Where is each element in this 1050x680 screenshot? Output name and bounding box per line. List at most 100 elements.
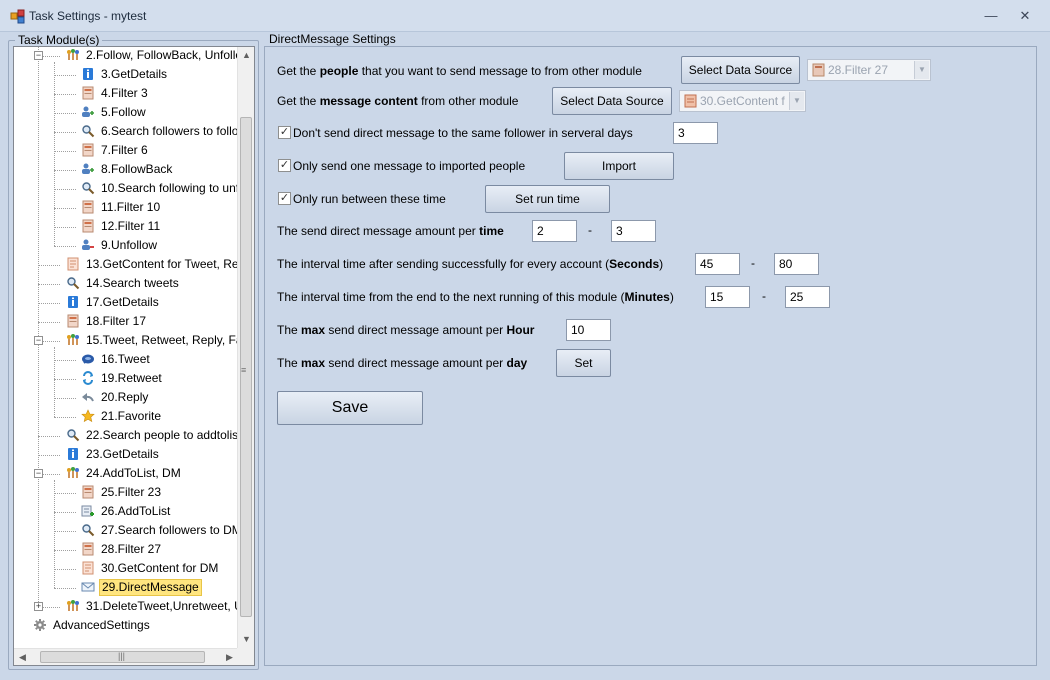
unfollow-icon — [81, 238, 95, 252]
set-run-time-button[interactable]: Set run time — [485, 185, 610, 213]
scroll-up-icon[interactable]: ▲ — [238, 47, 254, 64]
tree-item[interactable]: 28.Filter 27 — [81, 540, 163, 559]
tree-horizontal-scrollbar[interactable]: ◀ ||| ▶ — [14, 648, 238, 665]
tree-vertical-scrollbar[interactable]: ▲ ≡ ▼ — [237, 47, 254, 648]
tree-item-label: 26.AddToList — [101, 504, 171, 518]
content-source-label: Get the message content from other modul… — [277, 94, 519, 108]
content-icon — [66, 257, 80, 271]
collapse-icon[interactable]: − — [34, 336, 43, 345]
tree-item-label: 24.AddToList, DM — [86, 466, 181, 480]
tree-item[interactable]: 29.DirectMessage — [81, 578, 202, 597]
tree-connector — [54, 75, 76, 76]
tree-connector — [54, 62, 55, 246]
amount-per-time-max-input[interactable] — [611, 220, 656, 242]
tree-connector — [38, 265, 60, 266]
filter-icon — [812, 63, 825, 77]
collapse-icon[interactable]: − — [34, 51, 43, 60]
tree-item[interactable]: 4.Filter 3 — [81, 84, 150, 103]
set-max-per-day-button[interactable]: Set — [556, 349, 611, 377]
expand-icon[interactable]: + — [34, 602, 43, 611]
interval-next-run-max-input[interactable] — [785, 286, 830, 308]
tree-item[interactable]: 17.GetDetails — [66, 293, 161, 312]
only-imported-label: Only send one message to imported people — [293, 159, 526, 173]
minimize-button[interactable]: — — [980, 7, 1002, 25]
tree-connector — [54, 94, 76, 95]
people-source-combo[interactable]: 28.Filter 27 ▼ — [807, 59, 931, 81]
chevron-down-icon[interactable]: ▼ — [789, 92, 804, 110]
task-modules-title: Task Module(s) — [15, 33, 103, 47]
tree-connector — [54, 480, 55, 588]
scroll-left-icon[interactable]: ◀ — [14, 649, 31, 665]
tree-item[interactable]: 25.Filter 23 — [81, 483, 163, 502]
tree-connector — [54, 550, 76, 551]
tree-item-label: 30.GetContent for DM — [101, 561, 219, 575]
content-source-combo[interactable]: 30.GetContent f ▼ — [679, 90, 806, 112]
tree-item[interactable]: 21.Favorite — [81, 407, 163, 426]
import-button[interactable]: Import — [564, 152, 674, 180]
tree-connector — [54, 379, 76, 380]
tree-item[interactable]: 22.Search people to addtolist — [66, 426, 239, 445]
tree-connector — [54, 170, 76, 171]
only-between-time-checkbox[interactable]: ✓ — [278, 192, 291, 205]
tree-item[interactable]: 2.Follow, FollowBack, Unfollow — [66, 47, 239, 65]
grip-icon: ||| — [118, 651, 126, 661]
module-group-icon — [66, 599, 80, 613]
tree-item[interactable]: 31.DeleteTweet,Unretweet, Unfavorite — [66, 597, 239, 616]
tree-content: 2.Follow, FollowBack, Unfollow − 3.GetDeta… — [14, 47, 239, 647]
only-between-time-label: Only run between these time — [293, 192, 446, 206]
amount-per-time-min-input[interactable] — [532, 220, 577, 242]
no-same-follower-checkbox[interactable]: ✓ — [278, 126, 291, 139]
tree-item[interactable]: 19.Retweet — [81, 369, 164, 388]
addtolist-icon — [81, 504, 95, 518]
chevron-down-icon[interactable]: ▼ — [914, 61, 929, 79]
module-group-icon — [66, 466, 80, 480]
tree-item[interactable]: 9.Unfollow — [81, 236, 159, 255]
save-button[interactable]: Save — [277, 391, 423, 425]
tree-item-label: 7.Filter 6 — [101, 143, 148, 157]
tree-item[interactable]: 16.Tweet — [81, 350, 152, 369]
star-icon — [81, 409, 95, 423]
tree-item-label: 28.Filter 27 — [101, 542, 162, 556]
tree-item[interactable]: AdvancedSettings — [33, 616, 152, 635]
interval-next-run-min-input[interactable] — [705, 286, 750, 308]
close-button[interactable]: ✕ — [1014, 7, 1036, 25]
tree-item-label: 22.Search people to addtolist — [86, 428, 239, 442]
filter-icon — [81, 485, 95, 499]
tree-item[interactable]: 23.GetDetails — [66, 445, 161, 464]
tree-item[interactable]: 27.Search followers to DM — [81, 521, 239, 540]
max-per-hour-input[interactable] — [566, 319, 611, 341]
only-imported-checkbox[interactable]: ✓ — [278, 159, 291, 172]
tree-item[interactable]: 11.Filter 10 — [81, 198, 162, 217]
interval-next-run-label: The interval time from the end to the ne… — [277, 290, 674, 304]
tree-item[interactable]: 15.Tweet, Retweet, Reply, Favorite — [66, 331, 239, 350]
scroll-down-icon[interactable]: ▼ — [238, 631, 254, 648]
tree-item[interactable]: 14.Search tweets — [66, 274, 181, 293]
filter-icon — [81, 86, 95, 100]
module-tree[interactable]: 2.Follow, FollowBack, Unfollow − 3.GetDeta… — [13, 46, 255, 666]
people-select-source-button[interactable]: Select Data Source — [681, 56, 800, 84]
tree-item[interactable]: 8.FollowBack — [81, 160, 174, 179]
content-select-source-button[interactable]: Select Data Source — [552, 87, 672, 115]
tree-item[interactable]: 12.Filter 11 — [81, 217, 162, 236]
tweet-icon — [81, 352, 95, 366]
tree-item[interactable]: 26.AddToList — [81, 502, 172, 521]
interval-success-min-input[interactable] — [695, 253, 740, 275]
tree-item[interactable]: 18.Filter 17 — [66, 312, 148, 331]
tree-item[interactable]: 7.Filter 6 — [81, 141, 150, 160]
tree-item[interactable]: 20.Reply — [81, 388, 150, 407]
filter-icon — [81, 200, 95, 214]
tree-item[interactable]: 30.GetContent for DM — [81, 559, 220, 578]
tree-item[interactable]: 10.Search following to unfollow — [81, 179, 239, 198]
no-same-follower-days-input[interactable] — [673, 122, 718, 144]
tree-item[interactable]: 6.Search followers to followback — [81, 122, 239, 141]
scroll-right-icon[interactable]: ▶ — [221, 649, 238, 665]
interval-success-max-input[interactable] — [774, 253, 819, 275]
tree-item[interactable]: 3.GetDetails — [81, 65, 169, 84]
tree-connector — [54, 132, 76, 133]
max-per-day-label: The max send direct message amount per d… — [277, 356, 528, 370]
no-same-follower-label: Don't send direct message to the same fo… — [293, 126, 633, 140]
tree-item[interactable]: 5.Follow — [81, 103, 148, 122]
tree-item[interactable]: 24.AddToList, DM — [66, 464, 183, 483]
collapse-icon[interactable]: − — [34, 469, 43, 478]
tree-item[interactable]: 13.GetContent for Tweet, Reply — [66, 255, 239, 274]
